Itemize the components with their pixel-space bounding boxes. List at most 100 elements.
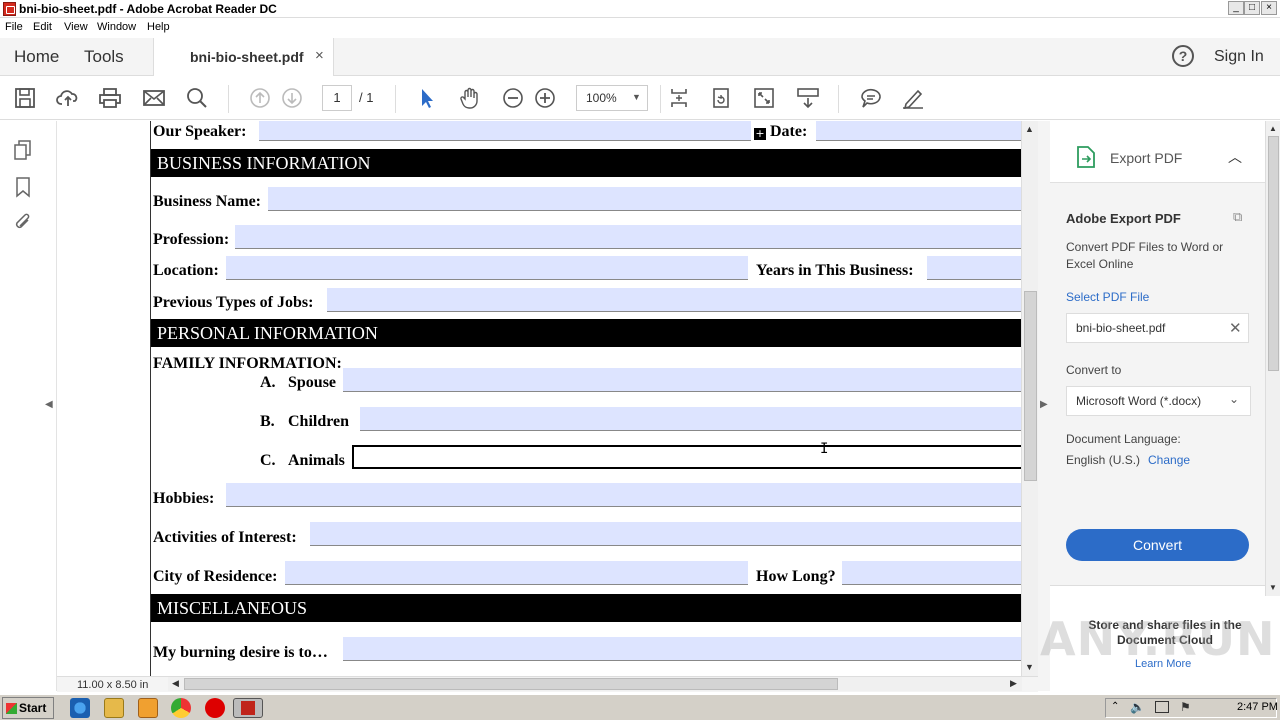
convert-button[interactable]: Convert [1066, 529, 1249, 561]
previous-jobs-field[interactable] [327, 288, 1038, 312]
document-vertical-scrollbar[interactable]: ▲ ▼ [1021, 121, 1038, 677]
date-field[interactable] [816, 121, 1038, 141]
change-language-link[interactable]: Change [1148, 453, 1190, 467]
menu-view[interactable]: View [64, 21, 88, 33]
scroll-mode-icon[interactable] [795, 86, 821, 110]
network-icon[interactable] [1155, 701, 1169, 713]
selected-file-name: bni-bio-sheet.pdf [1076, 321, 1166, 335]
page-total: / 1 [359, 90, 374, 105]
scroll-up-icon[interactable]: ▲ [1269, 124, 1277, 133]
profession-field[interactable] [235, 225, 1038, 249]
scroll-down-icon[interactable]: ▼ [1025, 662, 1034, 672]
taskbar: Start ⌃ 🔈 ⚑ 2:47 PM [0, 694, 1280, 720]
attachment-icon[interactable] [12, 211, 34, 233]
window-title: bni-bio-sheet.pdf - Adobe Acrobat Reader… [19, 2, 277, 16]
panel-vertical-scrollbar[interactable]: ▲ ▼ [1265, 121, 1280, 596]
how-long-field[interactable] [842, 561, 1038, 585]
hand-icon[interactable] [457, 86, 483, 110]
menu-help[interactable]: Help [147, 21, 170, 33]
scroll-down-icon[interactable]: ▼ [1269, 583, 1277, 592]
zoom-select[interactable]: 100% ▼ [576, 85, 648, 111]
page-number-input[interactable]: 1 [322, 85, 352, 111]
chevron-up-icon[interactable]: ︿ [1228, 147, 1242, 167]
tray-expand-icon[interactable]: ⌃ [1111, 701, 1119, 712]
upload-icon[interactable] [55, 86, 81, 110]
convert-to-value: Microsoft Word (*.docx) [1076, 394, 1202, 408]
right-panel-toggle[interactable]: ▶ [1038, 121, 1050, 691]
remove-file-icon[interactable]: ✕ [1229, 319, 1242, 337]
bookmark-icon[interactable] [12, 176, 34, 198]
zoom-out-icon[interactable] [500, 86, 526, 110]
activities-field[interactable] [310, 522, 1038, 546]
hobbies-field[interactable] [226, 483, 1038, 507]
chrome-icon[interactable] [171, 698, 191, 718]
close-window-button[interactable]: × [1261, 1, 1277, 15]
rotate-icon[interactable] [708, 86, 734, 110]
spouse-field[interactable] [343, 368, 1038, 392]
copy-icon[interactable]: ⧉ [1233, 209, 1249, 225]
menu-file[interactable]: File [5, 21, 23, 33]
document-viewport[interactable]: Our Speaker: + Date: BUSINESS INFORMATIO… [57, 121, 1038, 677]
scroll-right-icon[interactable]: ▶ [1010, 678, 1017, 689]
print-icon[interactable] [97, 86, 123, 110]
mail-icon[interactable] [141, 86, 167, 110]
toolbar-separator [395, 85, 396, 113]
expand-plus-icon[interactable]: + [754, 128, 766, 140]
convert-to-select[interactable]: Microsoft Word (*.docx) ⌄ [1066, 386, 1251, 416]
text-cursor-icon: I [820, 441, 829, 457]
next-page-icon[interactable] [279, 86, 305, 110]
volume-icon[interactable]: 🔈 [1130, 700, 1145, 714]
ie-icon[interactable] [70, 698, 90, 718]
folder-icon[interactable] [104, 698, 124, 718]
select-cursor-icon[interactable] [414, 86, 440, 110]
animals-field[interactable] [352, 445, 1038, 469]
family-label: FAMILY INFORMATION: [153, 355, 342, 372]
tab-home[interactable]: Home [14, 47, 59, 67]
opera-icon[interactable] [205, 698, 225, 718]
panel-scrollbar-thumb[interactable] [1268, 136, 1279, 371]
media-player-icon[interactable] [138, 698, 158, 718]
menu-window[interactable]: Window [97, 21, 136, 33]
children-field[interactable] [360, 407, 1038, 431]
close-tab-icon[interactable]: × [315, 47, 324, 64]
maximize-button[interactable]: □ [1244, 1, 1260, 15]
prev-page-icon[interactable] [247, 86, 273, 110]
export-pdf-header[interactable]: Export PDF ︿ [1050, 121, 1265, 183]
save-icon[interactable] [12, 86, 38, 110]
burning-desire-field[interactable] [343, 637, 1038, 661]
minimize-button[interactable]: _ [1228, 1, 1244, 15]
zoom-in-icon[interactable] [532, 86, 558, 110]
scrollbar-thumb[interactable] [1024, 291, 1037, 481]
sign-icon[interactable] [900, 86, 926, 110]
select-pdf-file-link[interactable]: Select PDF File [1066, 290, 1149, 304]
comment-icon[interactable] [858, 86, 884, 110]
fit-page-icon[interactable] [666, 86, 692, 110]
tab-tools[interactable]: Tools [84, 47, 124, 67]
tab-document[interactable]: bni-bio-sheet.pdf × [153, 38, 334, 76]
hscrollbar-thumb[interactable] [184, 678, 838, 690]
city-field[interactable] [285, 561, 748, 585]
convert-to-label: Convert to [1066, 363, 1122, 377]
business-name-field[interactable] [268, 187, 1038, 211]
date-label: Date: [770, 123, 808, 140]
search-icon[interactable] [184, 86, 210, 110]
collapse-right-panel-icon[interactable]: ▶ [1040, 399, 1048, 410]
collapse-left-panel-icon[interactable]: ◀ [45, 399, 53, 410]
location-field[interactable] [226, 256, 748, 280]
scroll-up-icon[interactable]: ▲ [1025, 124, 1034, 134]
children-label: Children [288, 413, 350, 430]
document-horizontal-scrollbar[interactable]: ◀ ▶ [168, 677, 1022, 691]
help-icon[interactable]: ? [1172, 45, 1194, 67]
scroll-left-icon[interactable]: ◀ [172, 678, 179, 689]
previous-jobs-label: Previous Types of Jobs: [153, 294, 314, 311]
start-button[interactable]: Start [2, 697, 54, 719]
acrobat-taskbar-icon[interactable] [233, 698, 263, 718]
sign-in-link[interactable]: Sign In [1214, 48, 1264, 66]
menu-edit[interactable]: Edit [33, 21, 52, 33]
section-misc: MISCELLANEOUS [151, 594, 1038, 622]
toolbar-separator [838, 85, 839, 113]
full-screen-icon[interactable] [751, 86, 777, 110]
flag-icon[interactable]: ⚑ [1180, 700, 1191, 714]
page-thumbnails-icon[interactable] [12, 139, 34, 161]
our-speaker-field[interactable] [259, 121, 751, 141]
